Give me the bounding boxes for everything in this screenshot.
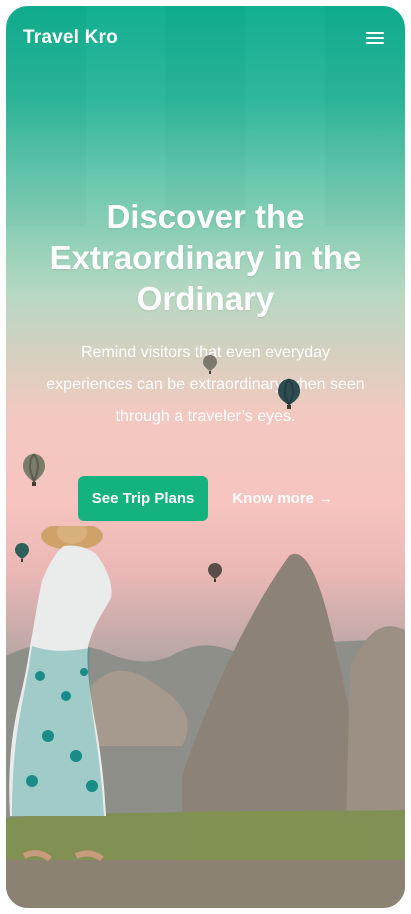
top-navigation: Travel Kro bbox=[6, 6, 405, 70]
hot-air-balloon bbox=[23, 453, 45, 486]
hot-air-balloon bbox=[208, 563, 222, 582]
hero-section: Discover the Extraordinary in the Ordina… bbox=[6, 196, 405, 433]
hot-air-balloon bbox=[15, 543, 29, 562]
phone-frame: Travel Kro Discover the Extraordinary in… bbox=[6, 6, 405, 908]
hero-title: Discover the Extraordinary in the Ordina… bbox=[49, 198, 362, 317]
brand-logo[interactable]: Travel Kro bbox=[23, 27, 118, 49]
hamburger-menu-icon[interactable] bbox=[363, 26, 387, 50]
background-landscape-illustration bbox=[6, 526, 405, 908]
hot-air-balloon bbox=[278, 378, 300, 409]
know-more-link[interactable]: Know more → bbox=[232, 490, 333, 507]
see-trip-plans-button[interactable]: See Trip Plans bbox=[77, 476, 209, 521]
hot-air-balloon bbox=[203, 355, 217, 374]
cta-row: See Trip Plans Know more → bbox=[6, 476, 405, 521]
hero-subtitle: Remind visitors that even everyday exper… bbox=[46, 344, 365, 425]
